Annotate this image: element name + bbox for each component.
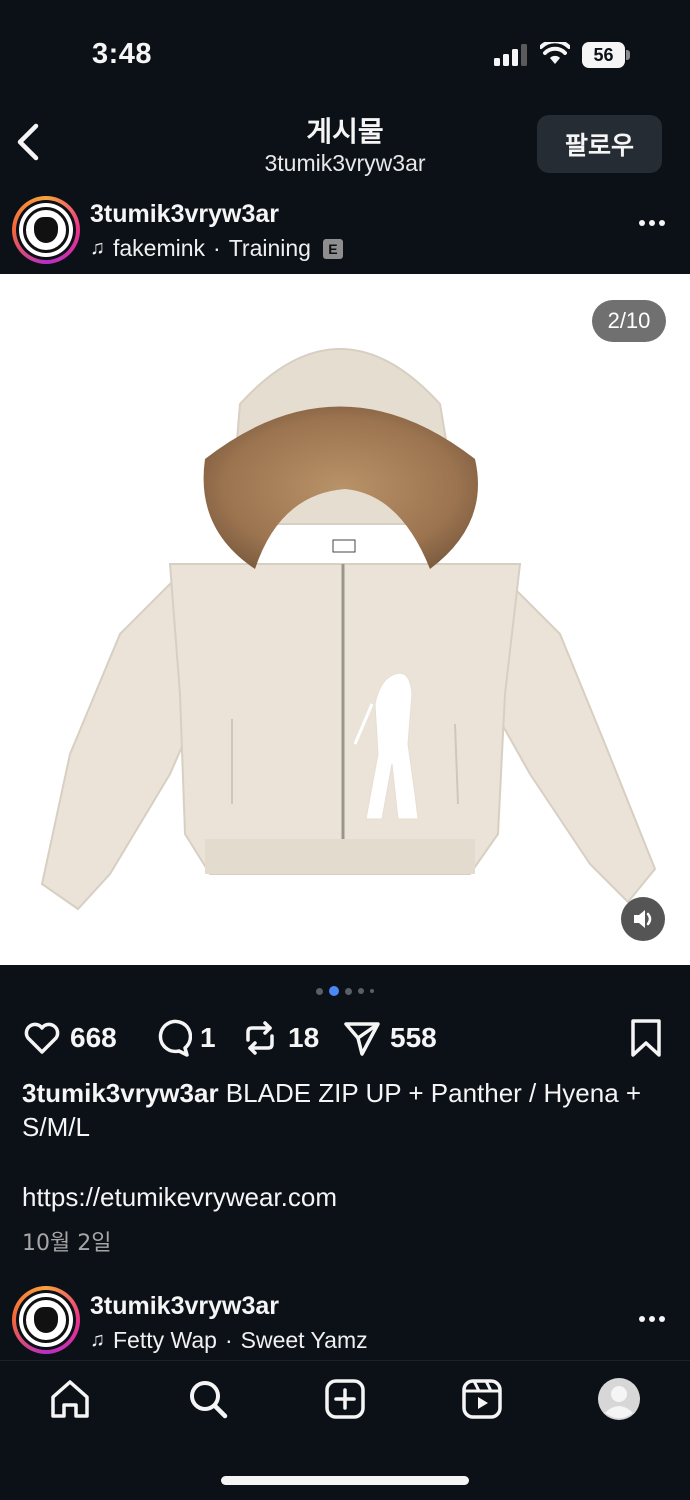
heart-icon [24, 1022, 60, 1054]
status-time: 3:48 [92, 38, 153, 70]
image-counter: 2/10 [592, 300, 666, 342]
search-icon[interactable] [186, 1377, 230, 1421]
like-button[interactable]: 668 [22, 1012, 117, 1064]
home-indicator [221, 1476, 469, 1485]
repost-button[interactable]: 18 [240, 1012, 319, 1064]
hoodie-illustration [40, 348, 657, 911]
status-bar: 3:48 56 [0, 0, 690, 100]
battery-level: 56 [582, 42, 625, 68]
avatar[interactable] [12, 196, 80, 264]
caption-username[interactable]: 3tumik3vryw3ar [22, 1078, 219, 1108]
caption-link[interactable]: https://etumikevrywear.com [22, 1182, 337, 1213]
carousel-dot-active [329, 986, 339, 996]
post-username[interactable]: 3tumik3vryw3ar [90, 200, 279, 229]
carousel-dot [345, 987, 352, 995]
music-artist: fakemink [113, 235, 206, 261]
carousel-dot [358, 988, 364, 994]
wifi-icon [540, 42, 570, 64]
battery-icon: 56 [582, 42, 630, 68]
post-actions: 668 1 18 558 [0, 1012, 690, 1064]
comment-icon [158, 1019, 192, 1057]
post-image[interactable] [0, 274, 690, 965]
follow-button[interactable]: 팔로우 [537, 115, 662, 173]
reels-icon[interactable] [460, 1377, 504, 1421]
post-author-row: 3tumik3vryw3ar ♫ fakemink · Training E [0, 184, 690, 274]
post-caption: 3tumik3vryw3ar BLADE ZIP UP + Panther / … [22, 1076, 662, 1144]
music-info[interactable]: ♫ fakemink · Training E [90, 235, 343, 262]
comment-button[interactable]: 1 [152, 1012, 216, 1064]
home-icon[interactable] [48, 1377, 92, 1421]
more-horizontal-icon[interactable] [638, 218, 666, 228]
create-post-icon[interactable] [323, 1377, 367, 1421]
speaker-icon[interactable] [621, 897, 665, 941]
explicit-badge: E [322, 238, 343, 259]
carousel-indicator [0, 984, 690, 998]
avatar[interactable] [12, 1286, 80, 1354]
next-post-author-row: 3tumik3vryw3ar ♫ Fetty Wap · Sweet Yamz [0, 1276, 690, 1360]
post-header: 게시물 3tumik3vryw3ar 팔로우 [0, 100, 690, 184]
repost-icon [246, 1021, 274, 1055]
carousel-dot [316, 987, 323, 995]
comment-count: 1 [200, 1022, 216, 1053]
carousel-dot [370, 989, 374, 993]
share-button[interactable]: 558 [342, 1012, 437, 1064]
send-icon [344, 1022, 380, 1056]
music-note-icon: ♫ [90, 1329, 105, 1351]
music-note-icon: ♫ [90, 237, 105, 259]
post-date: 10월 2일 [22, 1231, 112, 1256]
next-post-username[interactable]: 3tumik3vryw3ar [90, 1292, 279, 1321]
music-artist: Fetty Wap [113, 1327, 217, 1353]
share-count: 558 [390, 1022, 437, 1053]
bookmark-icon[interactable] [628, 1018, 664, 1058]
repost-count: 18 [288, 1022, 320, 1053]
like-count: 668 [70, 1022, 117, 1053]
profile-avatar-icon[interactable] [597, 1377, 641, 1421]
next-post-music-info[interactable]: ♫ Fetty Wap · Sweet Yamz [90, 1327, 368, 1354]
music-song: Training [228, 235, 311, 261]
music-song: Sweet Yamz [240, 1327, 368, 1353]
more-horizontal-icon[interactable] [638, 1314, 666, 1324]
cellular-signal-icon [494, 44, 527, 66]
